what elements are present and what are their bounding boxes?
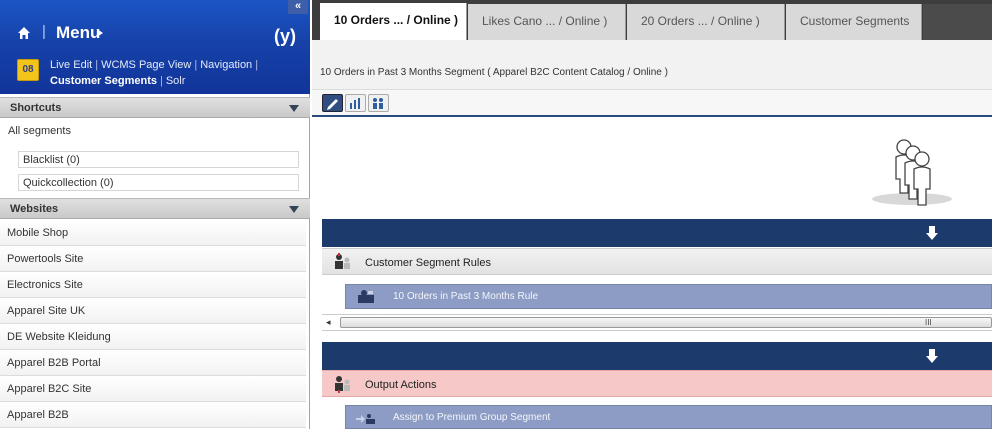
website-item[interactable]: Apparel B2C Site (0, 376, 306, 402)
chart-view-button[interactable] (345, 94, 366, 112)
tab-customer-segments[interactable]: Customer Segments (786, 4, 922, 40)
scrollbar-thumb[interactable]: III (340, 317, 992, 328)
website-item[interactable]: Apparel Site UK (0, 298, 306, 324)
main-panel: 10 Orders ... / Online ) Likes Cano ... … (312, 0, 992, 429)
collapse-sidebar-button[interactable]: « (288, 0, 308, 14)
website-item[interactable]: Mobile Shop (0, 220, 306, 246)
link-customer-segments[interactable]: Customer Segments (50, 75, 157, 87)
link-wcms-page-view[interactable]: WCMS Page View (101, 59, 191, 71)
shortcut-blacklist[interactable]: Blacklist (0) (18, 151, 299, 168)
link-solr[interactable]: Solr (166, 75, 186, 87)
website-item[interactable]: DE Website Kleidung (0, 324, 306, 350)
scroll-grip-icon: III (925, 318, 932, 327)
editor-subtitle: 10 Orders in Past 3 Months Segment ( App… (320, 67, 668, 78)
assign-group-icon (356, 414, 375, 424)
users-icon (373, 98, 383, 109)
link-live-edit[interactable]: Live Edit (50, 59, 92, 71)
action-row[interactable]: Assign to Premium Group Segment (345, 405, 992, 429)
sidebar: | Menu « (y) 08 Live Edit | WCMS Page View… (0, 0, 310, 429)
editor-title-bar: 10 Orders in Past 3 Months Segment ( App… (312, 40, 992, 90)
menu-separator: | (42, 23, 46, 40)
cockpit-app-icon: 08 (17, 59, 39, 81)
tab-likes-cano[interactable]: Likes Cano ... / Online ) (468, 4, 626, 40)
arrow-down-icon (926, 226, 938, 240)
websites-section-header[interactable]: Websites (0, 198, 310, 219)
chevron-down-icon[interactable] (289, 206, 299, 213)
menu-header: | Menu « (y) 08 Live Edit | WCMS Page View… (0, 0, 310, 94)
tab-10-orders[interactable]: 10 Orders ... / Online ) (320, 3, 467, 40)
link-separator: | (255, 59, 259, 71)
app-window: | Menu « (y) 08 Live Edit | WCMS Page View… (0, 0, 992, 429)
customer-group-icon (872, 139, 952, 206)
editor-toolbar (312, 90, 992, 117)
shortcut-all-segments[interactable]: All segments (8, 125, 71, 137)
scroll-left-arrow-icon[interactable]: ◂ (326, 317, 331, 328)
pencil-icon (327, 99, 338, 110)
website-item[interactable]: Apparel B2B (0, 402, 306, 428)
chevron-down-icon[interactable] (289, 105, 299, 112)
rule-item-icon (358, 290, 374, 303)
edit-view-button[interactable] (322, 94, 343, 112)
link-navigation[interactable]: Navigation (200, 59, 252, 71)
rule-row-label: 10 Orders in Past 3 Months Rule (393, 291, 539, 302)
perspective-links: Live Edit | WCMS Page View | Navigation | Cus… (50, 57, 305, 89)
shortcuts-title: Shortcuts (10, 102, 62, 114)
website-item[interactable]: Powertools Site (0, 246, 306, 272)
website-item[interactable]: Electronics Site (0, 272, 306, 298)
link-separator: | (159, 75, 163, 87)
people-view-button[interactable] (368, 94, 389, 112)
output-actions-header[interactable]: Output Actions (322, 370, 992, 397)
menu-button[interactable]: Menu (56, 23, 100, 43)
shortcuts-section-header[interactable]: Shortcuts (0, 97, 310, 118)
link-separator: | (194, 59, 198, 71)
bar-chart-icon (350, 98, 360, 109)
brand-logo-icon: (y) (274, 26, 296, 46)
link-separator: | (95, 59, 99, 71)
flow-connector-bar (322, 219, 992, 247)
horizontal-scrollbar[interactable]: ◂ III (322, 314, 992, 331)
actions-header-label: Output Actions (365, 379, 437, 391)
rules-icon (335, 253, 350, 269)
websites-title: Websites (10, 203, 59, 215)
rules-header-label: Customer Segment Rules (365, 257, 491, 269)
flow-connector-bar (322, 342, 992, 370)
customer-segment-rules-header[interactable]: Customer Segment Rules (322, 248, 992, 275)
action-row-label: Assign to Premium Group Segment (393, 412, 551, 423)
arrow-down-icon (926, 349, 938, 363)
tab-bar: 10 Orders ... / Online ) Likes Cano ... … (312, 0, 992, 40)
actions-icon (335, 376, 350, 393)
website-item[interactable]: Apparel B2B Portal (0, 350, 306, 376)
shortcut-quickcollection[interactable]: Quickcollection (0) (18, 174, 299, 191)
home-icon[interactable] (17, 26, 31, 40)
rule-row[interactable]: 10 Orders in Past 3 Months Rule (345, 284, 992, 309)
tab-bar-filler (923, 4, 992, 40)
chevron-right-icon[interactable] (97, 29, 103, 37)
segment-canvas (322, 119, 992, 219)
tab-20-orders[interactable]: 20 Orders ... / Online ) (627, 4, 785, 40)
